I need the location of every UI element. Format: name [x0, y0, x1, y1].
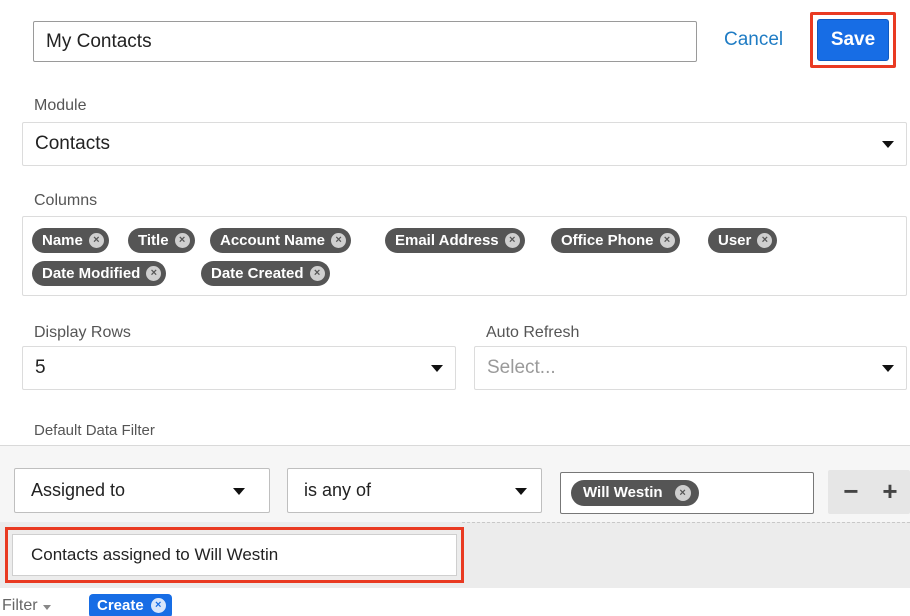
module-label: Module	[34, 97, 87, 114]
column-pill-email-address: Email Address ×	[385, 228, 525, 253]
column-pill-label: Date Modified	[42, 265, 141, 282]
filter-value-pill: Will Westin ×	[571, 480, 699, 506]
filter-field-select[interactable]: Assigned to	[14, 468, 270, 513]
remove-icon[interactable]: ×	[504, 233, 520, 248]
auto-refresh-select[interactable]: Select...	[474, 346, 907, 390]
filter-value-label: Will Westin	[583, 484, 663, 501]
filter-dropdown-label[interactable]: Filter	[2, 596, 38, 616]
chevron-down-icon[interactable]	[43, 605, 51, 610]
column-pill-date-modified: Date Modified ×	[32, 261, 167, 286]
display-rows-value: 5	[35, 357, 46, 378]
default-data-filter-label: Default Data Filter	[34, 422, 155, 439]
display-rows-select[interactable]: 5	[22, 346, 456, 390]
remove-icon[interactable]: ×	[659, 233, 675, 248]
auto-refresh-placeholder: Select...	[487, 357, 556, 378]
create-filter-pill[interactable]: Create ×	[89, 594, 172, 616]
filter-row-actions: − +	[828, 470, 910, 514]
column-pill-label: User	[718, 232, 752, 249]
column-pill-user: User ×	[708, 228, 778, 253]
module-select-value: Contacts	[35, 133, 110, 154]
remove-row-button[interactable]: −	[836, 476, 866, 508]
cancel-button[interactable]: Cancel	[724, 25, 783, 55]
module-select[interactable]: Contacts	[22, 122, 907, 166]
dashlet-title-input[interactable]: My Contacts	[33, 21, 697, 62]
create-label: Create	[97, 597, 144, 614]
remove-icon[interactable]: ×	[150, 598, 166, 613]
column-pill-title: Title ×	[128, 228, 195, 253]
column-pill-name: Name ×	[32, 228, 109, 253]
column-pill-label: Title	[138, 232, 169, 249]
remove-icon[interactable]: ×	[331, 233, 347, 248]
filter-divider	[462, 522, 910, 523]
column-pill-label: Date Created	[211, 265, 304, 282]
filter-name-input[interactable]: Contacts assigned to Will Westin	[12, 534, 457, 576]
chevron-down-icon	[515, 488, 527, 495]
remove-icon[interactable]: ×	[146, 266, 162, 281]
remove-icon[interactable]: ×	[674, 485, 691, 501]
chevron-down-icon	[882, 365, 894, 372]
remove-icon[interactable]: ×	[174, 233, 190, 248]
filter-operator-select[interactable]: is any of	[287, 468, 542, 513]
chevron-down-icon	[882, 141, 894, 148]
column-pill-date-created: Date Created ×	[201, 261, 330, 286]
filter-operator-value: is any of	[304, 480, 372, 500]
column-pill-label: Email Address	[395, 232, 499, 249]
remove-icon[interactable]: ×	[309, 266, 325, 281]
auto-refresh-label: Auto Refresh	[486, 324, 580, 341]
column-pill-label: Office Phone	[561, 232, 654, 249]
columns-multiselect[interactable]: Name × Title × Account Name × Email Addr…	[22, 216, 907, 296]
remove-icon[interactable]: ×	[757, 233, 773, 248]
chevron-down-icon	[431, 365, 443, 372]
columns-label: Columns	[34, 192, 98, 209]
remove-icon[interactable]: ×	[88, 233, 104, 248]
save-button[interactable]: Save	[817, 19, 889, 61]
panel-divider	[0, 445, 910, 446]
add-row-button[interactable]: +	[875, 476, 905, 508]
display-rows-label: Display Rows	[34, 324, 131, 341]
column-pill-office-phone: Office Phone ×	[551, 228, 680, 253]
chevron-down-icon	[233, 488, 245, 495]
filter-field-value: Assigned to	[31, 480, 126, 500]
filter-value-multiselect[interactable]: Will Westin ×	[560, 472, 814, 514]
column-pill-label: Name	[42, 232, 83, 249]
column-pill-label: Account Name	[220, 232, 326, 249]
column-pill-account-name: Account Name ×	[210, 228, 352, 253]
